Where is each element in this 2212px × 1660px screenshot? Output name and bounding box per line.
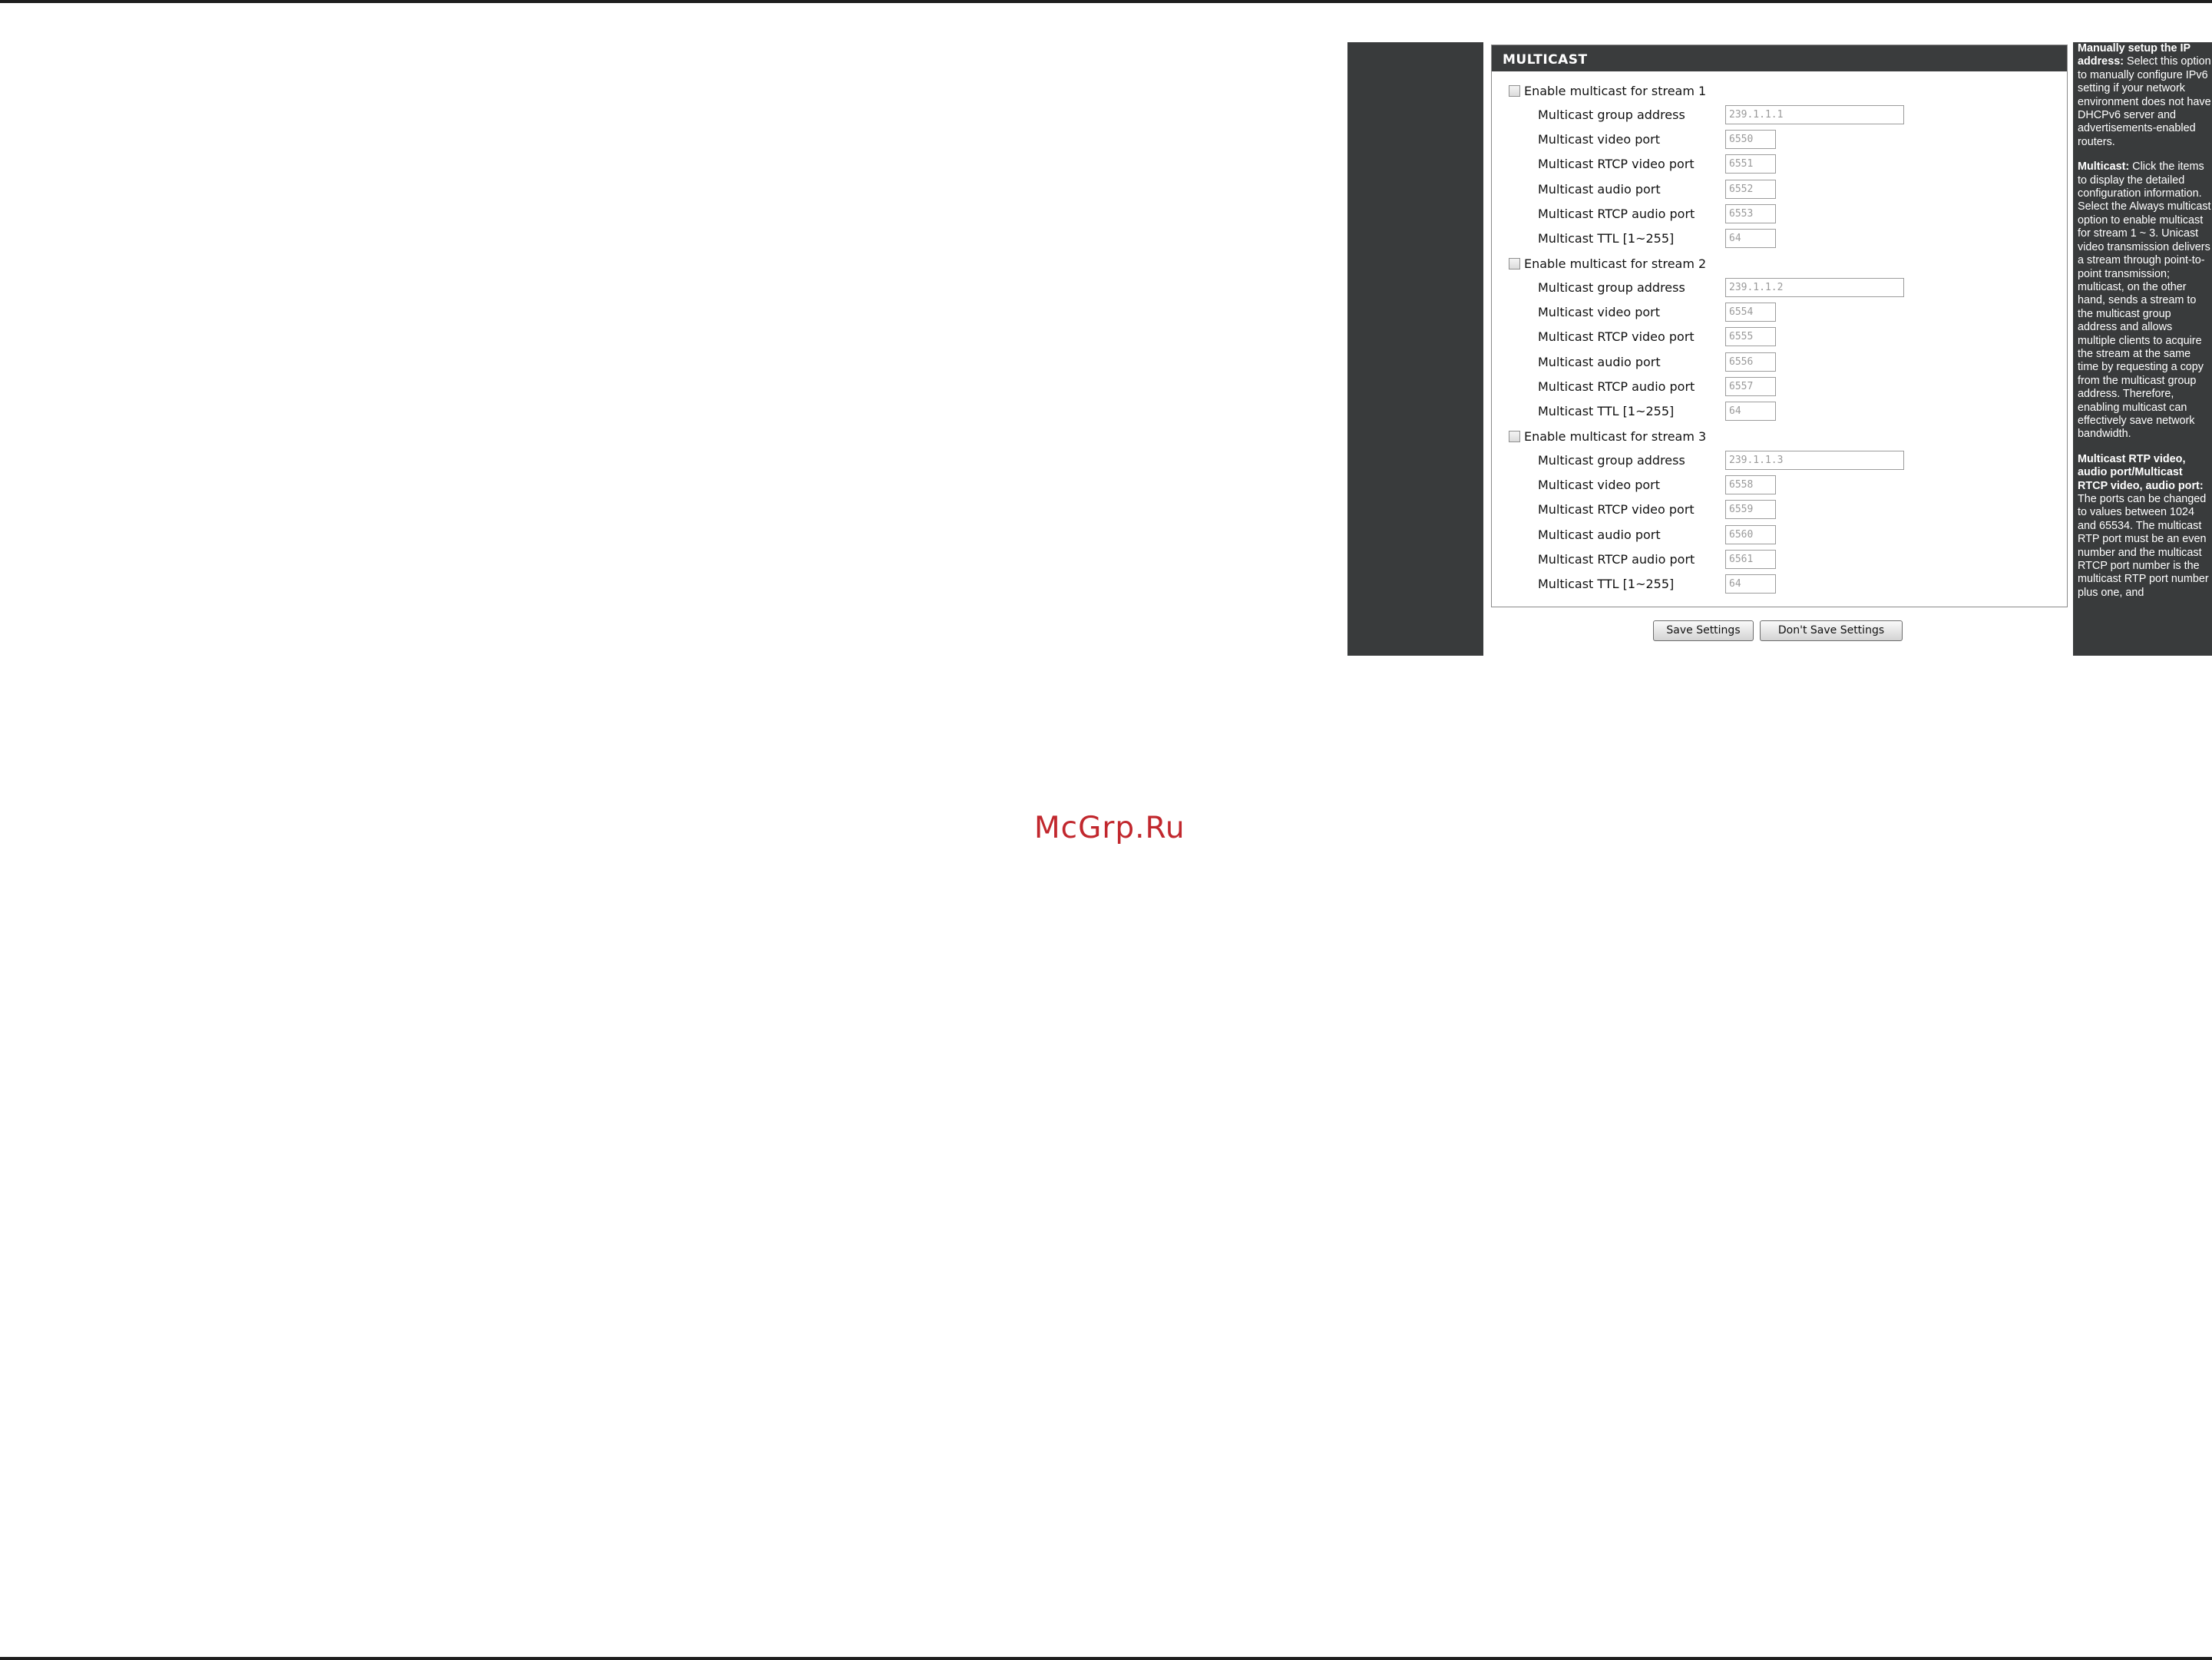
- stream-2-enable-checkbox[interactable]: [1509, 258, 1520, 270]
- help-manual-ip: Manually setup the IP address: Select th…: [2078, 42, 2212, 149]
- help-multicast-ports-text: The ports can be changed to values betwe…: [2078, 493, 2209, 599]
- stream-3-video-port-input[interactable]: 6558: [1725, 475, 1776, 495]
- stream-3-group-address-label: Multicast group address: [1538, 453, 1685, 468]
- stream-3-rtcp-audio-port-input[interactable]: 6561: [1725, 549, 1776, 569]
- stream-1-ttl-label: Multicast TTL [1~255]: [1538, 231, 1675, 246]
- stream-1-group-address-label: Multicast group address: [1538, 107, 1685, 122]
- watermark-text: McGrp.Ru: [1034, 811, 1185, 845]
- help-multicast: Multicast: Click the items to display th…: [2078, 160, 2212, 441]
- stream-1-audio-port-label: Multicast audio port: [1538, 181, 1661, 197]
- stream-2-rtcp-audio-port-label: Multicast RTCP audio port: [1538, 379, 1695, 394]
- stream-3-audio-port-input[interactable]: 6560: [1725, 524, 1776, 544]
- stream-2-rtcp-video-port-label: Multicast RTCP video port: [1538, 329, 1695, 345]
- stream-3-enable-checkbox[interactable]: [1509, 431, 1520, 442]
- stream-1-group-address-input[interactable]: 239.1.1.1: [1725, 105, 1904, 124]
- stream-3-rtcp-audio-port-label: Multicast RTCP audio port: [1538, 551, 1695, 567]
- stream-1-rtcp-audio-port-input[interactable]: 6553: [1725, 203, 1776, 223]
- stream-1-ttl-input[interactable]: 64: [1725, 229, 1776, 248]
- stream-2-ttl-label: Multicast TTL [1~255]: [1538, 404, 1675, 418]
- stream-3-enable-label[interactable]: Enable multicast for stream 3: [1524, 429, 1706, 445]
- stream-3-ttl-label: Multicast TTL [1~255]: [1538, 577, 1675, 591]
- bottom-border-line: [0, 1657, 2212, 1660]
- stream-3-video-port-label: Multicast video port: [1538, 478, 1660, 493]
- stream-1-rtcp-video-port-label: Multicast RTCP video port: [1538, 157, 1695, 172]
- stream-2-video-port-input[interactable]: 6554: [1725, 303, 1776, 322]
- stream-1-enable-label[interactable]: Enable multicast for stream 1: [1524, 84, 1706, 99]
- stream-1-rtcp-audio-port-label: Multicast RTCP audio port: [1538, 206, 1695, 221]
- stream-3-rtcp-video-port-label: Multicast RTCP video port: [1538, 502, 1695, 518]
- stream-3-group-address-input[interactable]: 239.1.1.3: [1725, 451, 1904, 470]
- stream-2-enable-label[interactable]: Enable multicast for stream 2: [1524, 256, 1706, 272]
- section-header: MULTICAST: [1492, 45, 2067, 71]
- stream-1-audio-port-input[interactable]: 6552: [1725, 179, 1776, 199]
- multicast-settings-panel: MULTICAST Enable multicast for stream 1 M…: [1491, 45, 2068, 607]
- stream-2-group-address-input[interactable]: 239.1.1.2: [1725, 278, 1904, 297]
- dont-save-settings-button[interactable]: Don't Save Settings: [1760, 620, 1903, 641]
- save-settings-button[interactable]: Save Settings: [1653, 620, 1754, 641]
- help-manual-ip-text: Select this option to manually configure…: [2078, 55, 2211, 148]
- top-border-line: [0, 0, 2212, 3]
- help-multicast-text: Click the items to display the detailed …: [2078, 160, 2211, 441]
- stream-2-video-port-label: Multicast video port: [1538, 305, 1660, 320]
- help-multicast-title: Multicast:: [2078, 160, 2130, 174]
- stream-2-audio-port-input[interactable]: 6556: [1725, 352, 1776, 372]
- help-sidebar: Manually setup the IP address: Select th…: [2073, 42, 2212, 656]
- left-navigation-panel: [1347, 42, 1483, 656]
- stream-2-group-address-label: Multicast group address: [1538, 280, 1685, 295]
- stream-2-rtcp-video-port-input[interactable]: 6555: [1725, 327, 1776, 347]
- stream-3-rtcp-video-port-input[interactable]: 6559: [1725, 500, 1776, 520]
- stream-1-enable-checkbox[interactable]: [1509, 85, 1520, 97]
- section-title: MULTICAST: [1503, 52, 1588, 68]
- help-multicast-ports: Multicast RTP video, audio port/Multicas…: [2078, 453, 2212, 600]
- stream-3-audio-port-label: Multicast audio port: [1538, 527, 1661, 542]
- stream-1-video-port-label: Multicast video port: [1538, 132, 1660, 147]
- help-multicast-ports-title: Multicast RTP video, audio port/Multicas…: [2078, 452, 2204, 492]
- stream-1-video-port-input[interactable]: 6550: [1725, 130, 1776, 150]
- stream-2-rtcp-audio-port-input[interactable]: 6557: [1725, 376, 1776, 396]
- stream-1-rtcp-video-port-input[interactable]: 6551: [1725, 154, 1776, 174]
- stream-3-ttl-input[interactable]: 64: [1725, 574, 1776, 594]
- stream-2-audio-port-label: Multicast audio port: [1538, 354, 1661, 369]
- stream-2-ttl-input[interactable]: 64: [1725, 402, 1776, 421]
